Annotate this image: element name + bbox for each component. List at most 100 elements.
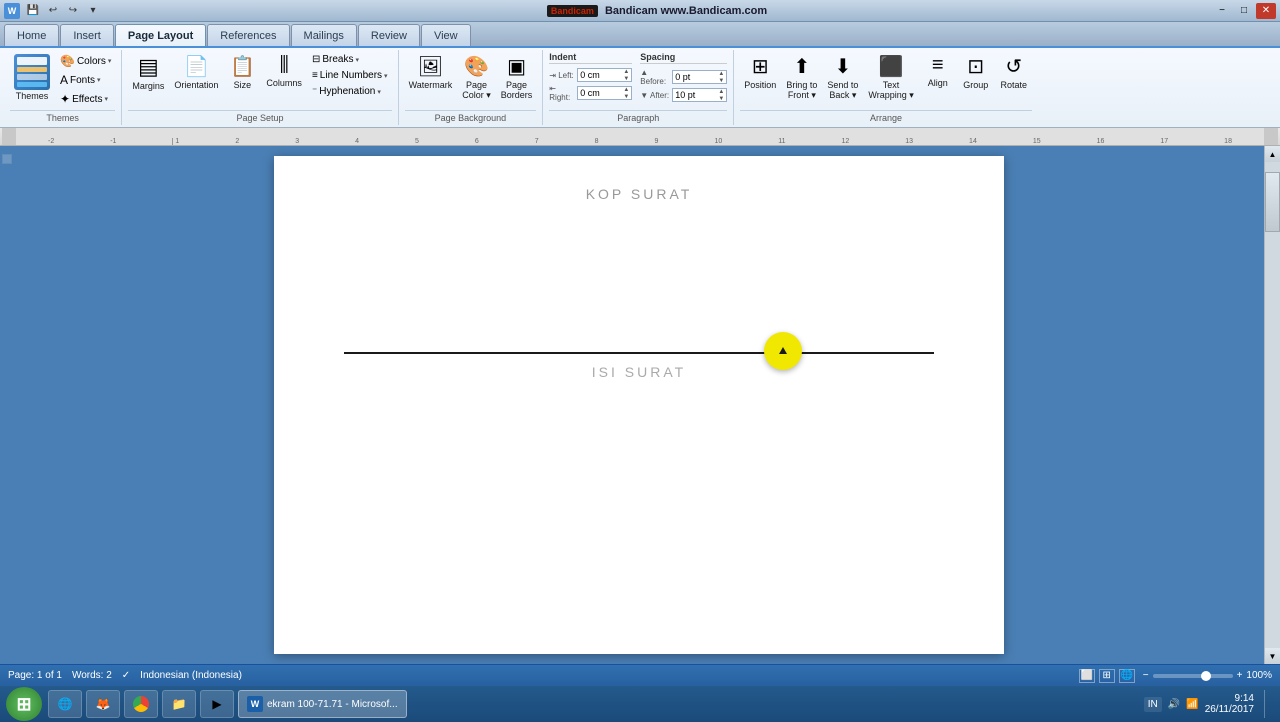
page-container: KOP SURAT ISI SURAT: [14, 146, 1264, 664]
bring-to-front-button[interactable]: ⬆ Bring toFront ▾: [782, 52, 821, 103]
orientation-button[interactable]: 📄 Orientation: [170, 52, 222, 93]
undo-quick-btn[interactable]: ↩: [44, 3, 62, 19]
spacing-after-spinner[interactable]: ▲ ▼: [718, 88, 724, 102]
zoom-slider[interactable]: [1153, 674, 1233, 678]
size-button[interactable]: 📋 Size: [224, 52, 260, 93]
effects-label: Effects: [72, 94, 102, 105]
indent-right-label: ⇤ Right:: [549, 84, 575, 102]
maximize-btn[interactable]: □: [1234, 3, 1254, 19]
tab-view[interactable]: View: [421, 24, 471, 46]
tab-page-layout[interactable]: Page Layout: [115, 24, 206, 46]
taskbar-media[interactable]: ▶: [200, 690, 234, 718]
view-toggle[interactable]: [2, 154, 12, 164]
spacing-after-down[interactable]: ▼: [718, 95, 724, 102]
spacing-before-label: ▲ Before:: [640, 68, 670, 86]
print-layout-btn[interactable]: ⬜: [1079, 669, 1095, 683]
scroll-down-btn[interactable]: ▼: [1265, 648, 1280, 664]
line-numbers-button[interactable]: ≡ Line Numbers ▾: [308, 68, 392, 83]
spacing-before-spinner[interactable]: ▲ ▼: [718, 70, 724, 84]
tab-mailings[interactable]: Mailings: [291, 24, 357, 46]
scrollbar-track[interactable]: [1265, 162, 1280, 648]
full-screen-btn[interactable]: ⊞: [1099, 669, 1115, 683]
show-desktop-btn[interactable]: [1264, 690, 1270, 718]
position-icon: ⊞: [752, 54, 769, 79]
spacing-after-input[interactable]: 10 pt ▲ ▼: [672, 88, 727, 102]
spacing-after-label: ▼ After:: [640, 91, 670, 100]
page-borders-button[interactable]: ▣ PageBorders: [497, 52, 537, 102]
taskbar-explorer[interactable]: 📁: [162, 690, 196, 718]
text-wrapping-button[interactable]: ⬛ TextWrapping ▾: [864, 52, 917, 103]
chrome-icon: [133, 696, 149, 712]
indent-right-up[interactable]: ▲: [623, 86, 629, 93]
columns-button[interactable]: ⫼ Columns: [262, 52, 306, 93]
zoom-in-btn[interactable]: +: [1237, 670, 1243, 681]
tab-review[interactable]: Review: [358, 24, 420, 46]
main-area: KOP SURAT ISI SURAT ▲ ▼: [0, 146, 1280, 664]
word-icon: W: [247, 696, 263, 712]
taskbar-firefox[interactable]: 🦊: [86, 690, 120, 718]
view-buttons: ⬜ ⊞ 🌐: [1079, 669, 1135, 683]
group-button[interactable]: ⊡ Group: [958, 52, 994, 92]
effects-button[interactable]: ✦ Effects ▾: [56, 90, 115, 108]
page-background-group: 🖼 Watermark 🎨 PageColor ▾ ▣ PageBorders …: [399, 50, 544, 125]
ruler-left-margin: [2, 128, 16, 145]
align-button[interactable]: ≡ Align: [920, 52, 956, 90]
tab-home[interactable]: Home: [4, 24, 59, 46]
indent-right-spinner[interactable]: ▲ ▼: [623, 86, 629, 100]
zoom-thumb[interactable]: [1201, 671, 1211, 681]
margins-button[interactable]: ▤ Margins: [128, 52, 168, 93]
taskbar-ie[interactable]: 🌐: [48, 690, 82, 718]
indent-left-down[interactable]: ▼: [623, 75, 629, 82]
save-quick-btn[interactable]: 💾: [24, 3, 42, 19]
title-bar-left: W 💾 ↩ ↪ ▾: [4, 3, 102, 19]
taskbar-word[interactable]: W ekram 100-71.71 - Microsof...: [238, 690, 407, 718]
minimize-btn[interactable]: −: [1212, 3, 1232, 19]
indent-right-down[interactable]: ▼: [623, 93, 629, 100]
scroll-up-btn[interactable]: ▲: [1265, 146, 1280, 162]
breaks-button[interactable]: ⊟ Breaks ▾: [308, 52, 392, 67]
send-to-back-button[interactable]: ⬇ Send toBack ▾: [823, 52, 862, 103]
spacing-after-row: ▼ After: 10 pt ▲ ▼: [640, 88, 727, 102]
paragraph-group-label: Paragraph: [549, 110, 727, 123]
network-icon[interactable]: 📶: [1186, 699, 1198, 710]
page-setup-group-label: Page Setup: [128, 110, 391, 123]
breaks-arrow: ▾: [355, 56, 359, 64]
web-layout-btn[interactable]: 🌐: [1119, 669, 1135, 683]
tab-insert[interactable]: Insert: [60, 24, 114, 46]
close-btn[interactable]: ✕: [1256, 3, 1276, 19]
position-button[interactable]: ⊞ Position: [740, 52, 780, 92]
indent-left-input[interactable]: 0 cm ▲ ▼: [577, 68, 632, 82]
spacing-before-input[interactable]: 0 pt ▲ ▼: [672, 70, 727, 84]
indent-right-input[interactable]: 0 cm ▲ ▼: [577, 86, 632, 100]
themes-group: Themes 🎨 Colors ▾ A Fonts ▾ ✦: [4, 50, 122, 125]
document-page[interactable]: KOP SURAT ISI SURAT: [274, 156, 1004, 654]
indent-left-up[interactable]: ▲: [623, 68, 629, 75]
page-setup-group-content: ▤ Margins 📄 Orientation 📋 Size ⫼ Columns: [128, 52, 391, 108]
taskbar-chrome[interactable]: [124, 690, 158, 718]
customize-quick-btn[interactable]: ▾: [84, 3, 102, 19]
watermark-icon: 🖼: [418, 54, 443, 79]
watermark-button[interactable]: 🖼 Watermark: [405, 52, 457, 92]
themes-button[interactable]: Themes: [10, 52, 54, 103]
redo-quick-btn[interactable]: ↪: [64, 3, 82, 19]
start-button[interactable]: ⊞: [6, 687, 42, 721]
spacing-before-up[interactable]: ▲: [718, 70, 724, 77]
isi-surat-text: ISI SURAT: [344, 364, 934, 380]
fonts-button[interactable]: A Fonts ▾: [56, 71, 115, 89]
zoom-out-btn[interactable]: −: [1143, 670, 1149, 681]
spacing-before-down[interactable]: ▼: [718, 77, 724, 84]
colors-button[interactable]: 🎨 Colors ▾: [56, 52, 115, 70]
spacing-after-up[interactable]: ▲: [718, 88, 724, 95]
volume-icon[interactable]: 🔊: [1168, 699, 1180, 710]
hyphenation-button[interactable]: ⁻ Hyphenation ▾: [308, 84, 392, 99]
indent-left-spinner[interactable]: ▲ ▼: [623, 68, 629, 82]
rotate-button[interactable]: ↺ Rotate: [996, 52, 1032, 92]
spacing-before-row: ▲ Before: 0 pt ▲ ▼: [640, 68, 727, 86]
spell-check-icon: ✓: [122, 670, 130, 681]
colors-arrow: ▾: [108, 57, 112, 65]
scrollbar-thumb[interactable]: [1265, 172, 1280, 232]
tab-references[interactable]: References: [207, 24, 289, 46]
quick-access-toolbar: 💾 ↩ ↪ ▾: [24, 3, 102, 19]
line-numbers-arrow: ▾: [384, 72, 388, 80]
page-color-button[interactable]: 🎨 PageColor ▾: [458, 52, 495, 103]
